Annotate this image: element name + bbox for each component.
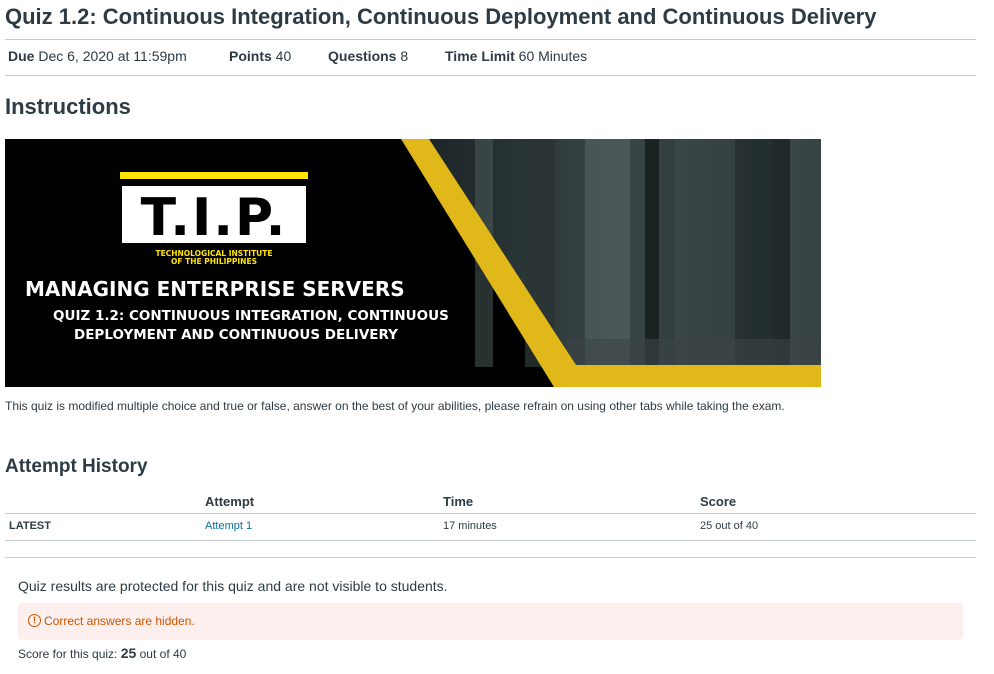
banner-quiz-line-1: QUIZ 1.2: CONTINUOUS INTEGRATION, CONTIN… [53,308,449,324]
score-suffix: out of 40 [136,647,187,661]
score-prefix: Score for this quiz: [18,647,121,661]
attempt-score: 25 out of 40 [700,520,759,532]
quiz-banner-image: T.I.P. TECHNOLOGICAL INSTITUTE OF THE PH… [5,139,821,387]
course-title: MANAGING ENTERPRISE SERVERS [25,277,405,301]
attempt-time: 17 minutes [443,520,497,532]
quiz-score: Score for this quiz: 25 out of 40 [18,645,186,661]
score-value: 25 [120,645,137,661]
instructions-text: This quiz is modified multiple choice an… [5,399,785,413]
time-limit-label: Time Limit [445,48,515,64]
attempt-1-link[interactable]: Attempt 1 [205,520,252,532]
institute-line-2: OF THE PHILIPPINES [171,257,257,266]
alert-text: Correct answers are hidden. [44,614,195,628]
results-protected-note: Quiz results are protected for this quiz… [18,578,448,594]
meta-due: Due Dec 6, 2020 at 11:59pm [8,48,187,64]
table-row-divider [5,540,976,541]
table-header-divider [5,513,976,514]
due-label: Due [8,48,35,64]
questions-value: 8 [400,48,409,64]
column-header-score: Score [700,494,737,509]
meta-questions: Questions 8 [328,48,408,64]
row-label-latest: LATEST [9,520,51,532]
points-value: 40 [275,48,292,64]
warning-icon: ! [28,614,41,627]
column-header-time: Time [443,494,474,509]
meta-time-limit: Time Limit 60 Minutes [445,48,587,64]
points-label: Points [229,48,272,64]
page-title: Quiz 1.2: Continuous Integration, Contin… [5,4,877,29]
divider [5,75,976,76]
column-header-attempt: Attempt [205,494,255,509]
banner-quiz-line-2: DEPLOYMENT AND CONTINUOUS DELIVERY [74,327,398,343]
quiz-page: Quiz 1.2: Continuous Integration, Contin… [0,0,994,674]
logo-text: T.I.P. [141,188,288,248]
attempt-history-heading: Attempt History [5,456,148,477]
divider [5,557,976,558]
banner-graphic: T.I.P. TECHNOLOGICAL INSTITUTE OF THE PH… [5,139,821,387]
time-limit-value: 60 Minutes [518,48,588,64]
logo-top-bar [120,172,308,179]
correct-answers-hidden-alert: ! Correct answers are hidden. [18,603,963,640]
due-value: Dec 6, 2020 at 11:59pm [38,48,187,64]
divider [5,39,976,40]
meta-points: Points 40 [229,48,291,64]
questions-label: Questions [328,48,397,64]
instructions-heading: Instructions [5,94,131,119]
